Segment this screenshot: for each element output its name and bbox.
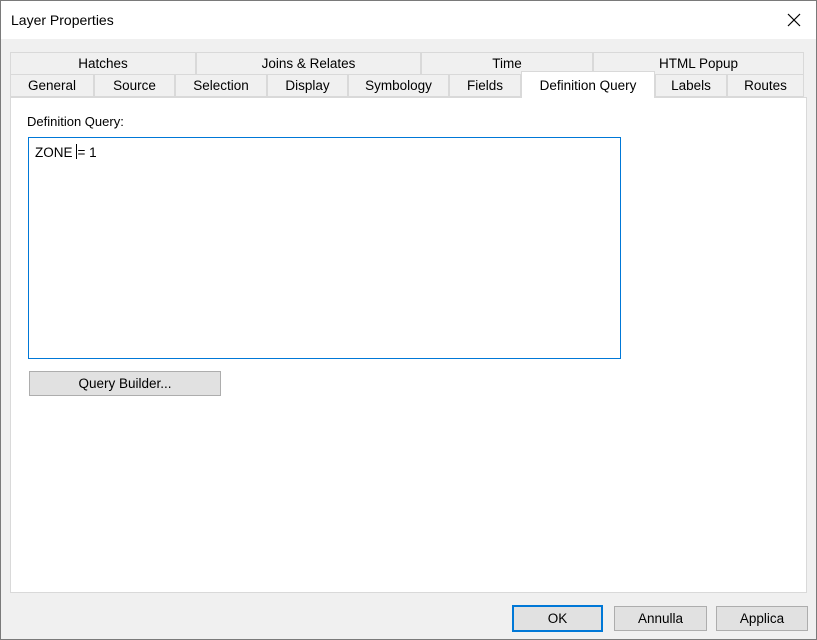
tab-source[interactable]: Source: [94, 74, 175, 97]
close-button[interactable]: [772, 1, 816, 39]
cancel-button[interactable]: Annulla: [614, 606, 707, 631]
tab-label: Display: [285, 78, 330, 93]
tab-label: Joins & Relates: [261, 56, 356, 71]
close-icon: [787, 13, 801, 27]
tab-label: Labels: [671, 78, 711, 93]
button-label: OK: [547, 611, 568, 626]
definition-query-label: Definition Query:: [27, 114, 124, 129]
query-text-after-caret: = 1: [77, 145, 97, 160]
definition-query-textarea[interactable]: ZONE = 1: [28, 137, 621, 359]
tab-labels[interactable]: Labels: [655, 74, 727, 97]
tab-symbology[interactable]: Symbology: [348, 74, 449, 97]
tab-definition-query[interactable]: Definition Query: [521, 71, 655, 98]
ok-button[interactable]: OK: [512, 605, 603, 632]
tab-label: Symbology: [365, 78, 432, 93]
button-label: Applica: [739, 611, 785, 626]
tab-label: Definition Query: [539, 77, 637, 93]
button-label: Query Builder...: [78, 376, 172, 391]
tab-label: Time: [492, 56, 522, 71]
window-title: Layer Properties: [11, 12, 114, 28]
query-builder-button[interactable]: Query Builder...: [29, 371, 221, 396]
tab-label: Fields: [466, 78, 503, 93]
tab-display[interactable]: Display: [267, 74, 348, 97]
tab-label: Routes: [744, 78, 787, 93]
tab-selection[interactable]: Selection: [175, 74, 267, 97]
text-caret: [75, 144, 77, 159]
tab-label: Hatches: [78, 56, 128, 71]
tab-hatches[interactable]: Hatches: [10, 52, 196, 75]
title-bar: Layer Properties: [1, 1, 816, 39]
tab-joins-relates[interactable]: Joins & Relates: [196, 52, 421, 75]
apply-button[interactable]: Applica: [716, 606, 808, 631]
tab-label: General: [27, 78, 77, 93]
query-text-before-caret: ZONE: [35, 145, 73, 160]
tab-routes[interactable]: Routes: [727, 74, 804, 97]
button-label: Annulla: [637, 611, 684, 626]
tab-general[interactable]: General: [10, 74, 94, 97]
layer-properties-dialog: Layer Properties Hatches Joins & Relates…: [0, 0, 817, 640]
tab-label: Selection: [193, 78, 249, 93]
tab-fields[interactable]: Fields: [449, 74, 521, 97]
tab-label: HTML Popup: [658, 56, 739, 71]
tab-label: Source: [113, 78, 156, 93]
